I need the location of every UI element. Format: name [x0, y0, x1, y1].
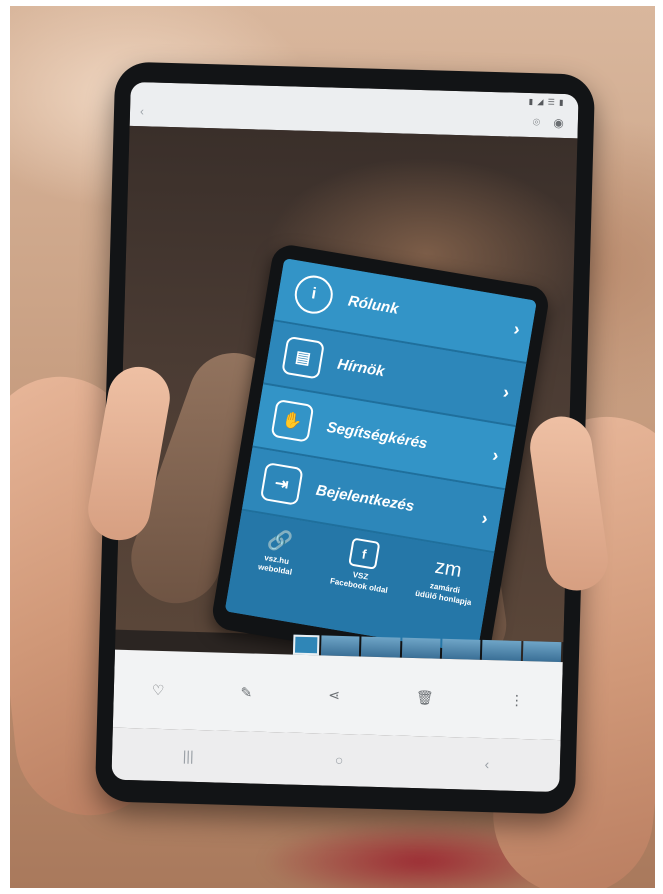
filmstrip-frame[interactable]	[361, 636, 401, 658]
chevron-right-icon: ›	[501, 381, 511, 402]
back-icon[interactable]: ‹	[140, 104, 144, 118]
home-icon[interactable]: ○	[335, 752, 344, 768]
filmstrip-frame[interactable]	[482, 639, 522, 661]
tablet-screen: ▮ ◢ ☰ ▮ ‹ ⌾ ◉ i Rólunk › ▤ Hírnök › ✋ Se…	[111, 81, 579, 793]
edit-icon[interactable]: ✎	[240, 684, 252, 701]
menu-item-label: Hírnök	[336, 355, 386, 380]
back-nav-icon[interactable]: ‹	[484, 756, 489, 772]
link-vsz-facebook[interactable]: f VSZ Facebook oldal	[309, 533, 409, 640]
photo-in-gallery: i Rólunk › ▤ Hírnök › ✋ Segítségkérés › …	[115, 125, 578, 674]
more-icon[interactable]: ⋮	[509, 691, 524, 708]
chevron-right-icon: ›	[512, 318, 522, 339]
facebook-icon: f	[348, 537, 381, 570]
share-icon[interactable]: ⋖	[328, 686, 340, 703]
zamardi-logo-icon: zm	[433, 555, 464, 582]
filmstrip-frame[interactable]	[522, 641, 562, 663]
chevron-right-icon: ›	[480, 507, 490, 529]
filmstrip-frame[interactable]	[401, 637, 441, 659]
delete-icon[interactable]: 🗑	[416, 689, 434, 706]
tablet: ▮ ◢ ☰ ▮ ‹ ⌾ ◉ i Rólunk › ▤ Hírnök › ✋ Se…	[94, 61, 596, 815]
info-icon: i	[291, 272, 336, 317]
app-screen: i Rólunk › ▤ Hírnök › ✋ Segítségkérés › …	[224, 258, 537, 654]
recents-icon[interactable]: |||	[183, 748, 194, 764]
menu-item-label: Segítségkérés	[325, 418, 429, 452]
system-nav-bar: ||| ○ ‹	[111, 727, 561, 793]
link-icon: 🔗	[265, 527, 294, 554]
filmstrip-current-frame[interactable]	[292, 634, 320, 656]
view-icon[interactable]: ◉	[553, 116, 564, 130]
hand-icon: ✋	[270, 398, 315, 443]
favorite-icon[interactable]: ♡	[152, 681, 165, 698]
link-vsz-website[interactable]: 🔗 vsz.hu weboldal	[225, 518, 325, 625]
filmstrip-frame[interactable]	[441, 638, 481, 660]
top-bar-icons: ⌾ ◉	[523, 115, 564, 131]
filmstrip-frame[interactable]	[320, 635, 360, 657]
menu-item-label: Bejelentkezés	[314, 481, 416, 515]
gallery-action-bar: ♡ ✎ ⋖ 🗑 ⋮	[112, 649, 563, 741]
menu-item-label: Rólunk	[346, 292, 400, 318]
status-bar: ▮ ◢ ☰ ▮	[528, 96, 565, 107]
scroll-icon: ▤	[281, 335, 326, 380]
login-icon: ⇥	[259, 461, 304, 506]
photo: ▮ ◢ ☰ ▮ ‹ ⌾ ◉ i Rólunk › ▤ Hírnök › ✋ Se…	[10, 6, 655, 888]
chevron-right-icon: ›	[490, 444, 501, 466]
bixby-vision-icon[interactable]: ⌾	[533, 115, 541, 129]
